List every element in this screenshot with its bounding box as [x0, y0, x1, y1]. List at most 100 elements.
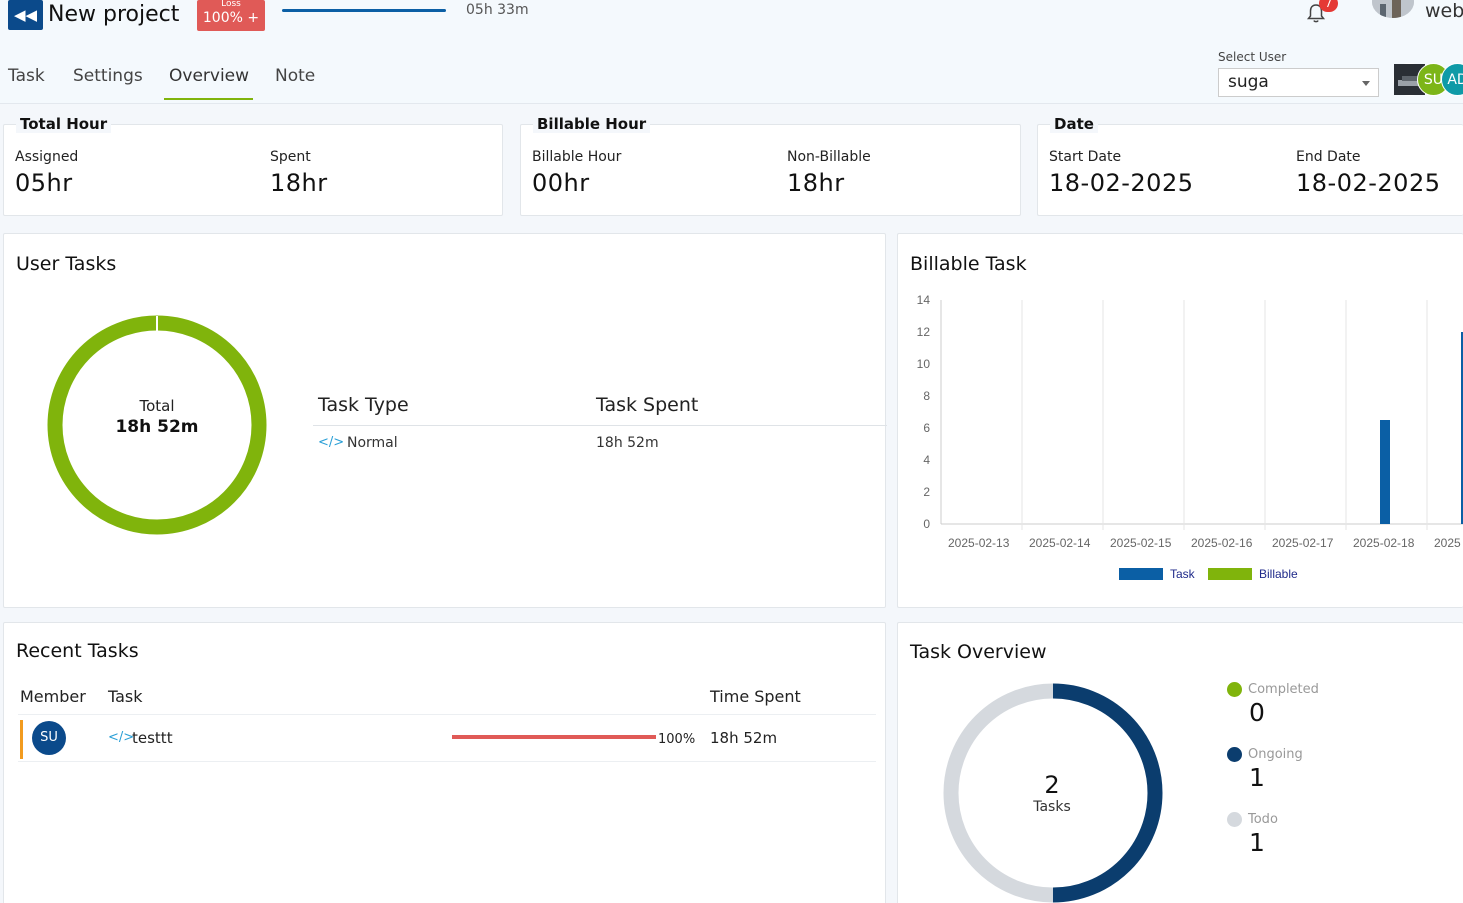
user-tasks-title: User Tasks — [16, 253, 117, 275]
x-tick-label: 2025-02-13 — [948, 536, 1010, 550]
project-progress-bar — [282, 9, 446, 12]
start-date-value: 18-02-2025 — [1049, 169, 1194, 197]
legend-label[interactable]: Task — [1170, 567, 1196, 581]
x-tick-label: 2025-02-15 — [1110, 536, 1172, 550]
billable-hour-label: Billable Hour — [532, 149, 622, 165]
assigned-label: Assigned — [15, 149, 79, 165]
table-row[interactable]: SU </> testtt 100% 18h 52m — [18, 716, 876, 762]
legend-label[interactable]: Billable — [1259, 567, 1298, 581]
ongoing-label: Ongoing — [1248, 747, 1303, 762]
donut-total-label: Total — [139, 397, 175, 415]
loss-value: 100% + — [202, 10, 260, 26]
task-overview-title: Task Overview — [910, 641, 1047, 663]
end-date-label: End Date — [1296, 149, 1361, 165]
ongoing-dot — [1227, 747, 1242, 762]
billable-task-chart: 0 2 4 6 8 10 12 14 2025-02-13 2025-02-14 2025-02-1… — [917, 293, 1463, 581]
back-button[interactable]: ◀◀ — [8, 0, 43, 30]
task-type-header: Task Type — [318, 394, 409, 416]
avatar[interactable]: SU — [32, 721, 66, 755]
tab-note[interactable]: Note — [275, 66, 315, 86]
select-user-label: Select User — [1218, 50, 1287, 64]
y-tick-label: 10 — [917, 357, 931, 371]
user-name[interactable]: web — [1425, 0, 1463, 22]
y-tick-label: 14 — [917, 293, 931, 307]
notification-count-badge: 7 — [1319, 0, 1338, 12]
completed-label: Completed — [1248, 682, 1319, 697]
double-chevron-left-icon: ◀◀ — [13, 6, 38, 24]
y-tick-label: 6 — [923, 421, 930, 435]
select-user-value: suga — [1228, 72, 1269, 92]
spent-value: 18hr — [270, 169, 328, 197]
spent-label: Spent — [270, 149, 311, 165]
todo-label: Todo — [1248, 812, 1278, 827]
date-title: Date — [1050, 115, 1098, 133]
legend-swatch-billable — [1208, 568, 1252, 580]
tab-task[interactable]: Task — [8, 66, 45, 86]
start-date-label: Start Date — [1049, 149, 1122, 165]
tasks-label: Tasks — [1033, 799, 1071, 815]
y-tick-label: 0 — [923, 517, 930, 531]
task-header: Task — [108, 687, 143, 706]
active-tab-indicator — [164, 98, 253, 100]
task-spent-header: Task Spent — [596, 394, 699, 416]
non-billable-value: 18hr — [787, 169, 845, 197]
y-tick-label: 8 — [923, 389, 930, 403]
x-tick-label: 2025-02-16 — [1191, 536, 1253, 550]
y-tick-label: 2 — [923, 485, 930, 499]
row-accent-bar — [20, 720, 23, 759]
loss-badge: Loss 100% + — [197, 0, 265, 31]
task-spent-value: 18h 52m — [596, 435, 659, 451]
y-tick-label: 12 — [917, 325, 931, 339]
x-tick-label: 2025-02-18 — [1353, 536, 1415, 550]
todo-value: 1 — [1249, 828, 1265, 857]
billable-hour-title: Billable Hour — [533, 115, 651, 133]
elapsed-time: 05h 33m — [466, 2, 529, 18]
tab-settings[interactable]: Settings — [73, 66, 143, 86]
task-name[interactable]: testtt — [132, 729, 173, 747]
top-bar: ◀◀ New project Loss 100% + 05h 33m 7 web… — [0, 0, 1463, 104]
select-user-dropdown[interactable]: suga — [1218, 68, 1379, 97]
project-title: New project — [48, 2, 180, 27]
total-hour-card: Total Hour Assigned 05hr Spent 18hr — [3, 115, 503, 216]
date-card: Date Start Date 18-02-2025 End Date 18-0… — [1037, 115, 1463, 216]
x-tick-label: 2025-02-17 — [1272, 536, 1334, 550]
task-progress-track — [452, 735, 656, 739]
task-progress-fill — [452, 735, 656, 739]
member-avatars: SU AD — [1393, 63, 1463, 97]
donut-total-value: 18h 52m — [115, 417, 199, 437]
loss-label: Loss — [221, 0, 241, 9]
completed-dot — [1227, 682, 1242, 697]
recent-tasks-title: Recent Tasks — [16, 640, 139, 662]
todo-dot — [1227, 812, 1242, 827]
billable-hour-value: 00hr — [532, 169, 590, 197]
total-hour-title: Total Hour — [16, 115, 112, 133]
x-tick-label: 2025-02-14 — [1029, 536, 1091, 550]
bar-task[interactable] — [1380, 420, 1390, 524]
recent-tasks-panel: Recent Tasks Member Task Time Spent SU <… — [3, 622, 886, 903]
code-icon: </> — [318, 435, 345, 450]
x-tick-label: 2025 — [1434, 536, 1461, 550]
y-tick-label: 4 — [923, 453, 930, 467]
billable-task-panel: Billable Task 0 2 4 6 8 10 12 14 2025-02-13 2025-… — [897, 233, 1463, 608]
assigned-value: 05hr — [15, 169, 73, 197]
task-progress-label: 100% — [658, 732, 696, 747]
header-divider — [18, 714, 876, 715]
code-icon: </> — [108, 730, 135, 745]
time-spent-header: Time Spent — [710, 687, 801, 706]
task-overview-panel: Task Overview 2 Tasks Completed 0 Ongoin… — [897, 622, 1463, 903]
caret-down-icon — [1362, 81, 1370, 86]
task-overview-center: 2 Tasks — [952, 771, 1152, 815]
table-divider — [313, 425, 887, 426]
member-header: Member — [20, 687, 86, 706]
task-time-spent: 18h 52m — [710, 729, 778, 747]
tab-overview[interactable]: Overview — [169, 66, 249, 86]
user-tasks-panel: User Tasks Total 18h 52m Task Type Task … — [3, 233, 887, 608]
completed-value: 0 — [1249, 698, 1265, 727]
non-billable-label: Non-Billable — [787, 149, 871, 165]
task-type-value: Normal — [347, 435, 398, 451]
ongoing-value: 1 — [1249, 763, 1265, 792]
user-avatar[interactable] — [1372, 0, 1414, 18]
legend-swatch-task — [1119, 568, 1163, 580]
billable-hour-card: Billable Hour Billable Hour 00hr Non-Bil… — [520, 115, 1021, 216]
user-tasks-center: Total 18h 52m — [57, 397, 257, 437]
